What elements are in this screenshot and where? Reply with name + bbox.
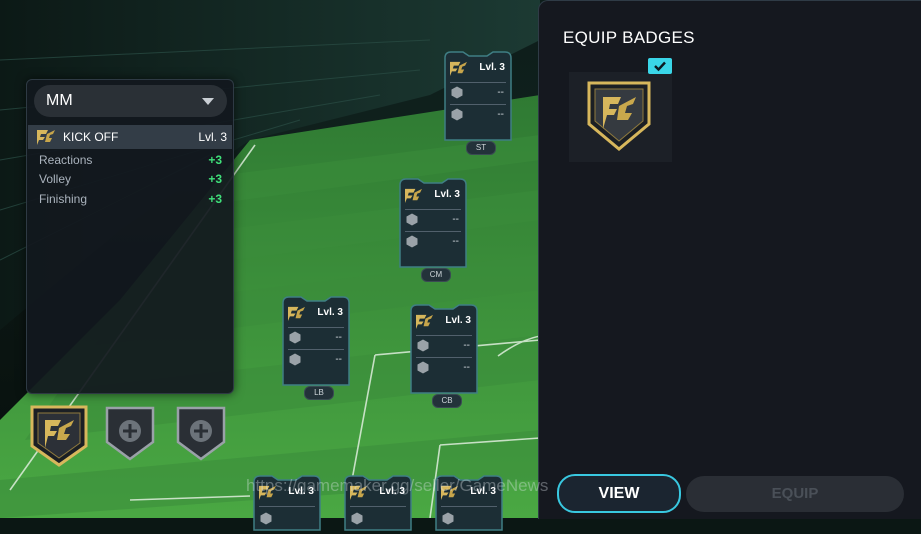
watermark-text: https://gamemaker.gg/seller/GameNews [246,476,549,495]
divider [405,209,461,210]
badge-name: KICK OFF [63,130,119,144]
fc-badge-icon [587,81,651,151]
view-button[interactable]: VIEW [557,474,681,513]
badge-level: Lvl. 3 [198,130,227,144]
divider [416,335,472,336]
player-badge-level: Lvl. 3 [445,315,471,326]
fc-badge-icon [405,188,422,204]
position-label: LB [304,386,334,400]
hexagon-slot-icon [260,512,272,525]
badge-info-panel: MM KICK OFF Lvl. 3 Reactions +3 Volley +… [26,79,234,394]
hexagon-slot-icon [289,353,301,366]
divider [259,506,315,507]
divider [288,349,344,350]
badge-slot-value: -- [335,332,342,343]
stat-label-reactions: Reactions [39,153,93,167]
plus-icon [176,406,226,461]
badge-slot-value: -- [497,87,504,98]
equip-button[interactable]: EQUIP [686,476,904,512]
badge-option-tile[interactable] [569,72,672,162]
position-label: ST [466,141,496,155]
hexagon-slot-icon [351,512,363,525]
hexagon-slot-icon [451,86,463,99]
badge-slot-value: -- [452,236,459,247]
player-badge-level: Lvl. 3 [479,62,505,73]
chevron-down-icon [202,98,214,105]
position-label: CM [421,268,451,282]
hexagon-slot-icon [406,213,418,226]
checkmark-icon [648,58,672,74]
plus-icon [105,406,155,461]
stat-value-reactions: +3 [208,153,222,167]
divider [450,82,506,83]
dropdown-value: MM [46,92,73,109]
divider [450,104,506,105]
fc-badge-icon [288,306,305,322]
divider [441,506,497,507]
player-badge-level: Lvl. 3 [317,307,343,318]
stat-value-volley: +3 [208,172,222,186]
badge-slot-value: -- [335,354,342,365]
fc-badge-icon [30,405,88,467]
hexagon-slot-icon [406,235,418,248]
badge-slot-value: -- [497,109,504,120]
fc-badge-icon [37,130,55,145]
fc-badge-icon [450,61,467,77]
hexagon-slot-icon [417,339,429,352]
stat-value-finishing: +3 [208,192,222,206]
player-badge-level: Lvl. 3 [434,189,460,200]
hexagon-slot-icon [451,108,463,121]
stat-label-volley: Volley [39,172,72,186]
badge-slot-value: -- [463,340,470,351]
hexagon-slot-icon [442,512,454,525]
stat-label-finishing: Finishing [39,192,88,206]
badge-slot-3[interactable] [175,404,227,467]
badge-slot-2[interactable] [104,404,156,467]
position-label: CB [432,394,462,408]
divider [405,231,461,232]
divider [350,506,406,507]
badge-slot-1[interactable] [29,404,89,473]
selected-badge-row[interactable]: KICK OFF Lvl. 3 [28,125,232,149]
hexagon-slot-icon [417,361,429,374]
badge-slot-value: -- [463,362,470,373]
fc-badge-icon [416,314,433,330]
badge-slot-value: -- [452,214,459,225]
hexagon-slot-icon [289,331,301,344]
equip-badges-panel: EQUIP BADGES VIEW EQUIP [538,0,921,519]
divider [288,327,344,328]
panel-title: EQUIP BADGES [563,28,695,47]
divider [416,357,472,358]
player-position-dropdown[interactable]: MM [34,85,227,117]
